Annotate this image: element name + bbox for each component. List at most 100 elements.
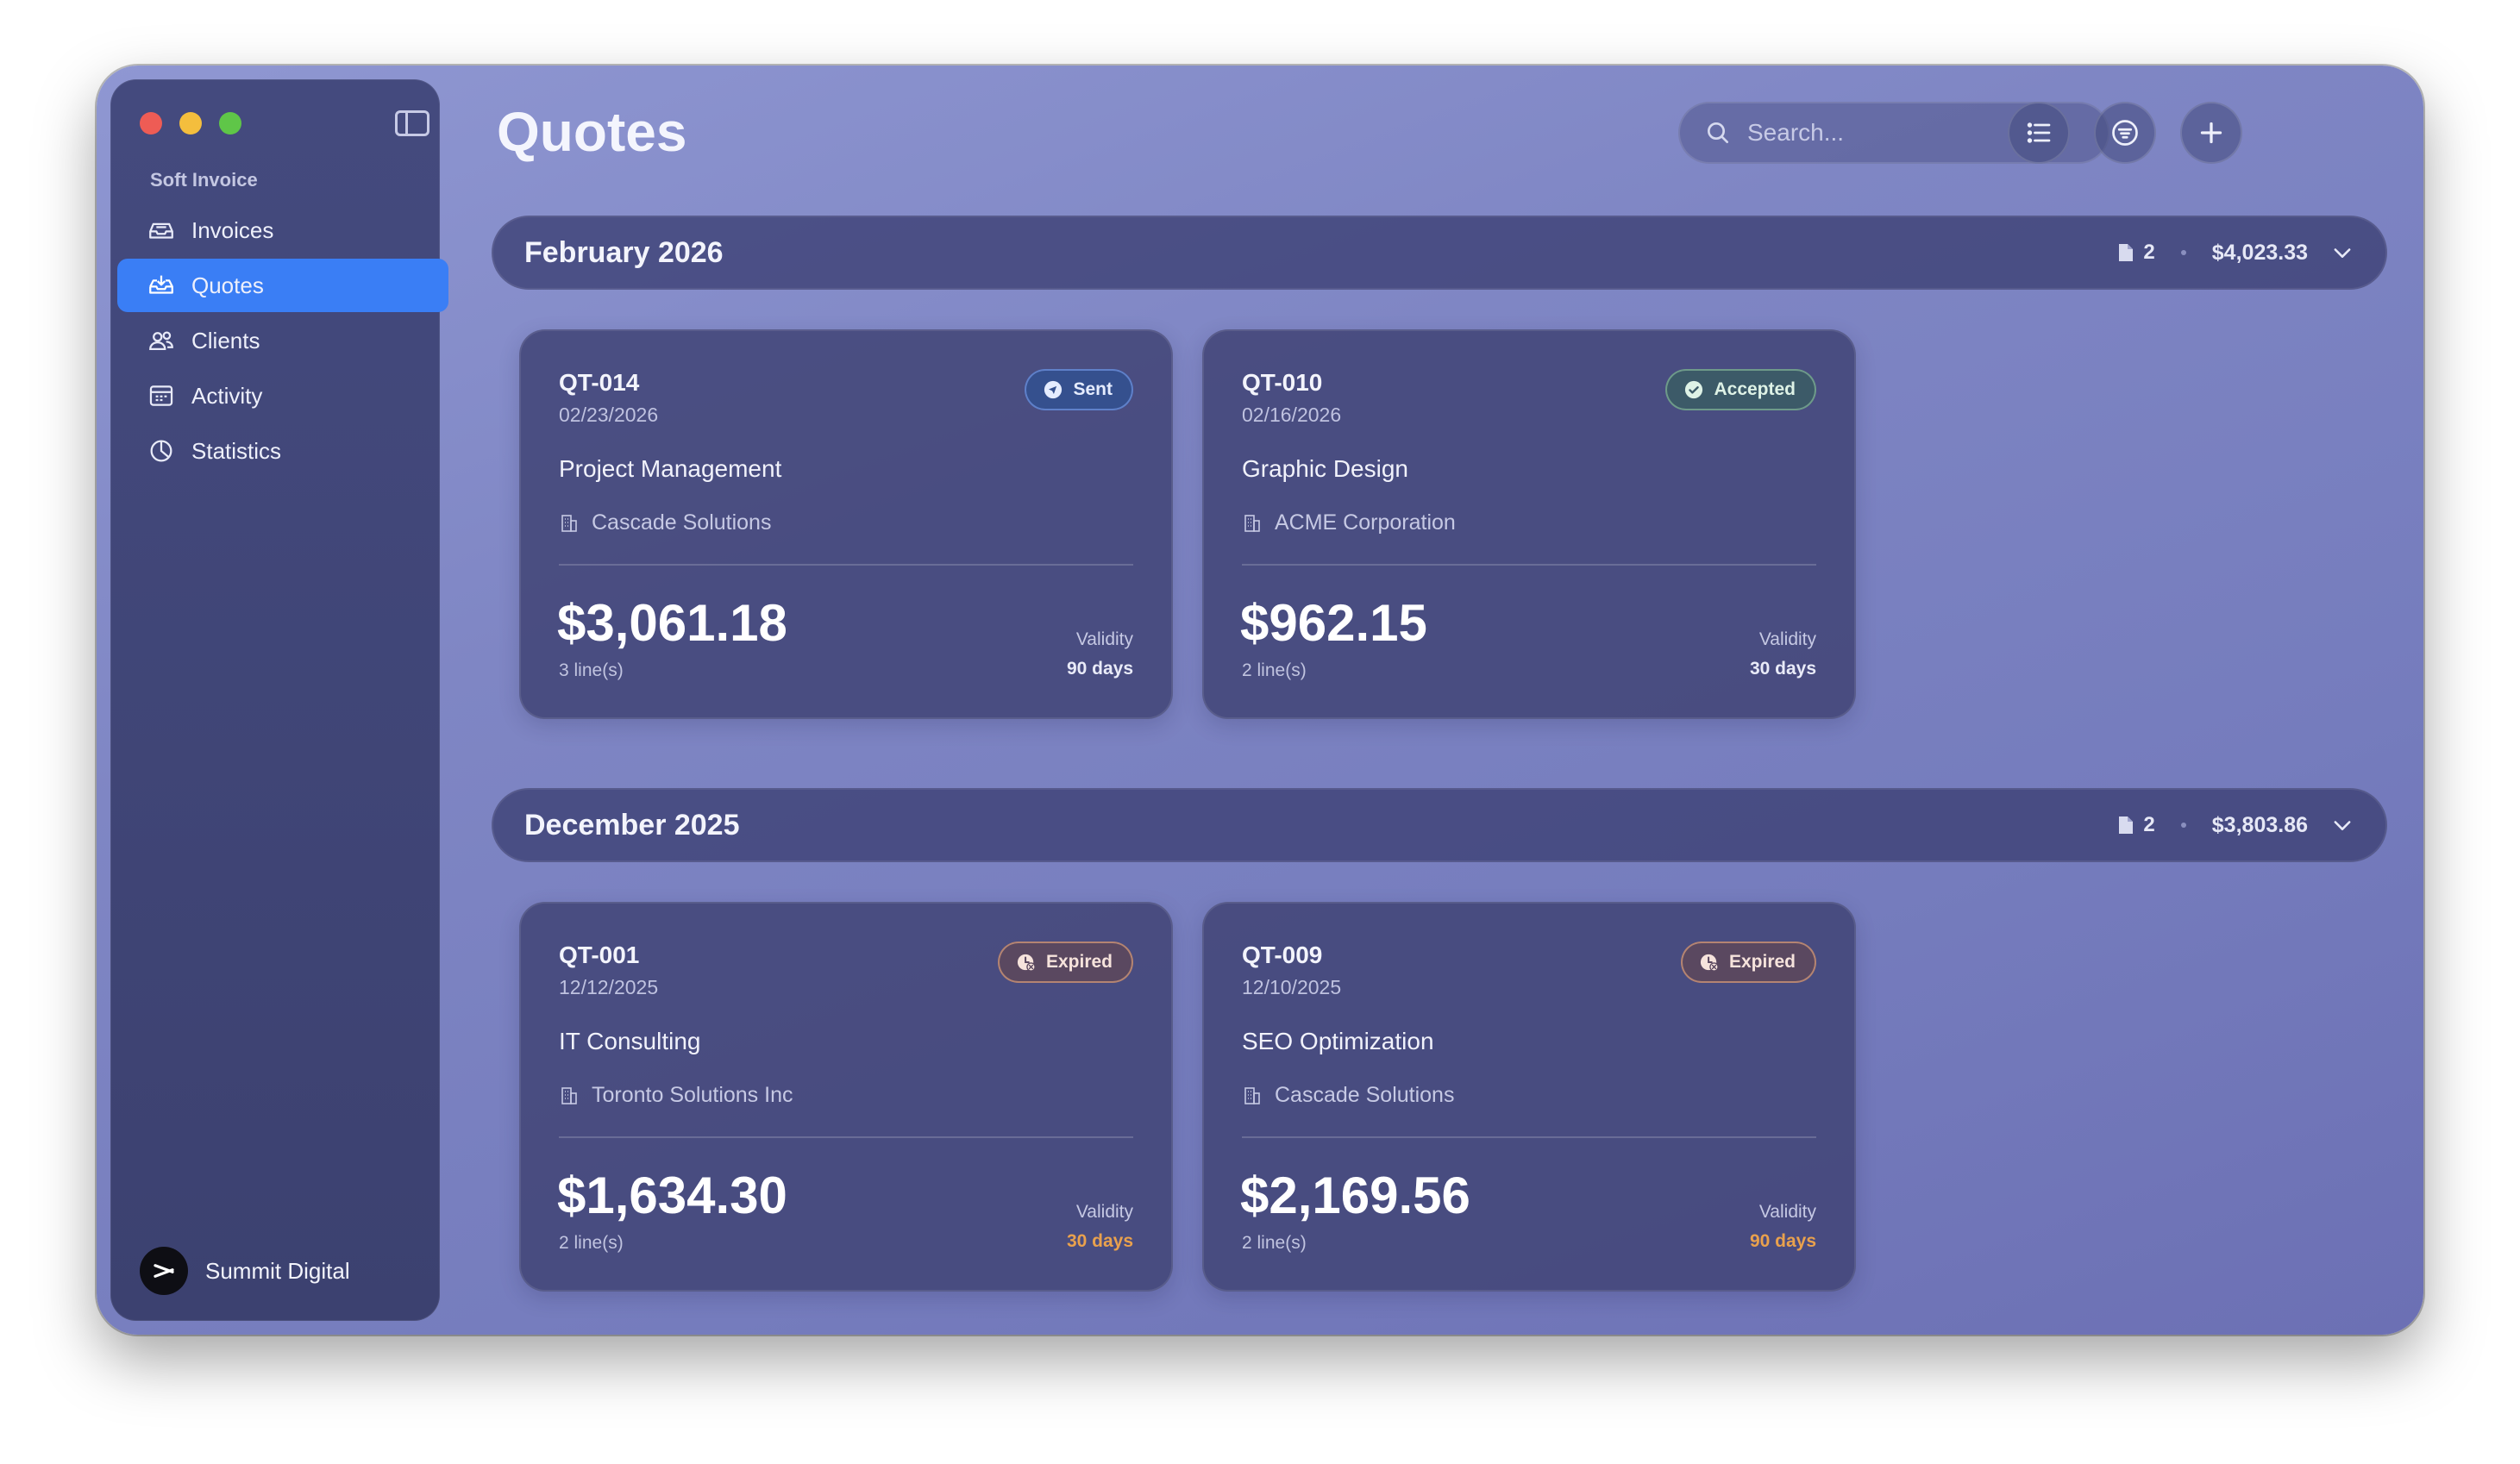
pie-chart-icon [150,440,172,462]
checkmark-circle-icon [1685,380,1703,399]
list-view-icon [2027,122,2051,143]
building-icon [561,1086,577,1104]
sidebar-nav: Invoices Quotes Clients Activity Statist… [117,203,448,479]
building-icon [1244,1086,1260,1104]
people-icon [149,331,173,351]
status-label: Sent [1073,379,1113,399]
add-quote-button[interactable] [2180,102,2242,164]
quote-title: SEO Optimization [1242,1028,1434,1054]
separator-dot [2180,823,2186,828]
client-name: Toronto Solutions Inc [592,1083,793,1107]
sidebar-toggle-icon[interactable] [395,110,429,136]
validity-label: Validity [1075,1202,1133,1222]
sidebar-item-label: Statistics [191,437,282,464]
client-name: Cascade Solutions [592,510,772,535]
sidebar-item-label: Invoices [191,216,274,243]
app-name: Soft Invoice [150,169,258,191]
line-count: 2 line(s) [559,1233,624,1253]
quote-title: Graphic Design [1242,455,1408,482]
status-label: Accepted [1714,379,1796,399]
group-title: December 2025 [524,808,740,841]
chevron-down-icon[interactable] [2330,241,2354,265]
filter-icon [2112,120,2138,146]
group-title: February 2026 [524,235,724,269]
invoice-tray-icon [149,222,173,239]
group-summary: 2 $4,023.33 [2117,241,2354,266]
client-name: Cascade Solutions [1275,1083,1455,1107]
divider [559,564,1133,566]
quote-card[interactable]: QT-010 02/16/2026 Accepted Graphic Desig… [1202,329,1856,719]
quote-client: Cascade Solutions [559,510,771,535]
validity-label: Validity [1075,629,1133,649]
separator-dot [2180,250,2186,255]
group-count: 2 [2143,241,2155,264]
validity-value: 30 days [1749,659,1816,679]
quote-date: 02/16/2026 [1242,404,1342,426]
calendar-icon [149,385,173,406]
divider [1242,1136,1816,1138]
status-badge: Expired [997,942,1133,983]
sidebar: Soft Invoice Invoices Quotes Clients Act… [110,79,448,1321]
minimize-window-button[interactable] [179,112,202,135]
app-window: Soft Invoice Invoices Quotes Clients Act… [97,66,2423,1335]
quote-amount: $3,061.18 [557,594,787,652]
zoom-window-button[interactable] [219,112,241,135]
status-label: Expired [1728,952,1796,972]
profile[interactable]: Summit Digital [140,1247,350,1295]
group-summary: 2 $3,803.86 [2117,813,2354,838]
client-name: ACME Corporation [1275,510,1456,535]
profile-name: Summit Digital [205,1257,350,1284]
quote-client: Toronto Solutions Inc [559,1083,793,1108]
quote-date: 12/10/2025 [1242,976,1342,998]
quote-date: 12/12/2025 [559,976,659,998]
validity-label: Validity [1758,1202,1816,1222]
quote-card[interactable]: QT-009 12/10/2025 Expired SEO Optimizati… [1202,902,1856,1292]
page-title: Quotes [497,101,687,163]
line-count: 3 line(s) [559,660,624,680]
building-icon [561,514,577,532]
paperplane-icon [1044,380,1063,399]
group-header-december-2025[interactable]: December 2025 2 $3,803.86 [492,788,2387,862]
divider [1242,564,1816,566]
validity-label: Validity [1758,629,1816,649]
quote-id: QT-014 [559,369,640,396]
expired-clock-icon [1700,954,1719,972]
chevron-down-icon[interactable] [2330,813,2354,837]
quote-amount: $962.15 [1240,594,1427,652]
sidebar-item-label: Clients [191,327,260,353]
sidebar-item-label: Quotes [191,272,264,298]
group-header-february-2026[interactable]: February 2026 2 $4,023.33 [492,216,2387,290]
group-total: $4,023.33 [2211,240,2308,265]
status-badge: Sent [1025,369,1133,410]
quote-title: Project Management [559,455,782,482]
quote-client: ACME Corporation [1242,510,1456,535]
quote-id: QT-009 [1242,942,1323,968]
sidebar-item-clients[interactable]: Clients [117,314,448,367]
status-badge: Expired [1680,942,1816,983]
status-label: Expired [1045,952,1113,972]
line-count: 2 line(s) [1242,1233,1307,1253]
sidebar-item-statistics[interactable]: Statistics [117,424,448,478]
quote-amount: $1,634.30 [557,1167,787,1224]
group-count: 2 [2143,813,2155,836]
quote-id: QT-001 [559,942,640,968]
quote-title: IT Consulting [559,1028,701,1054]
divider [559,1136,1133,1138]
validity-value: 90 days [1066,659,1133,679]
search-icon [1708,122,1728,143]
quote-amount: $2,169.56 [1240,1167,1470,1224]
quote-tray-icon [149,275,173,294]
quote-card[interactable]: QT-014 02/23/2026 Sent Project Managemen… [519,329,1173,719]
quote-card[interactable]: QT-001 12/12/2025 Expired IT Consulting … [519,902,1173,1292]
validity-value: 90 days [1749,1231,1816,1251]
list-view-button[interactable] [2008,102,2070,164]
sidebar-item-quotes[interactable]: Quotes [117,259,448,312]
quote-id: QT-010 [1242,369,1323,396]
expired-clock-icon [1017,954,1036,972]
close-window-button[interactable] [140,112,162,135]
plus-icon [2200,122,2222,144]
sidebar-item-activity[interactable]: Activity [117,369,448,422]
sidebar-item-invoices[interactable]: Invoices [117,203,448,257]
filter-button[interactable] [2094,102,2156,164]
building-icon [1244,514,1260,532]
